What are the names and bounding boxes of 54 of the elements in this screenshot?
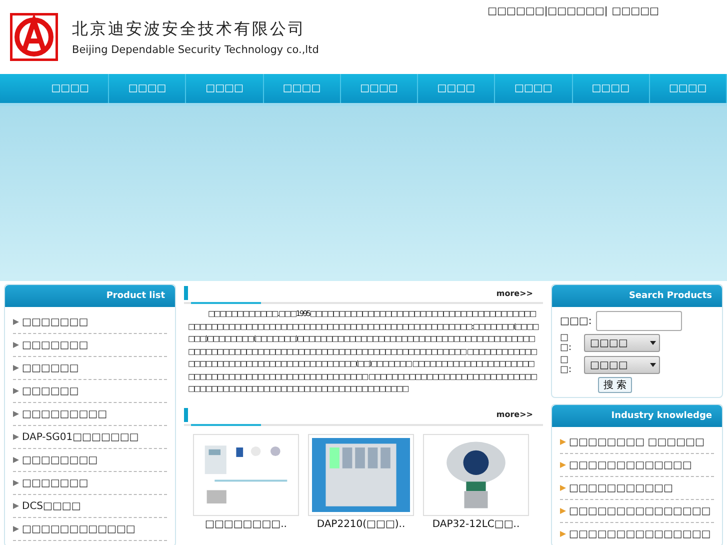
product-category-link[interactable]: □□□□□□□	[13, 334, 167, 357]
panel-header: Search Products	[552, 285, 722, 307]
top-link[interactable]: □□□□□□|□□□□□□|	[488, 6, 608, 74]
bullet-icon	[13, 342, 19, 348]
product-name[interactable]: DAP32-12LC□□..	[432, 518, 520, 530]
bullet-icon	[13, 457, 19, 463]
caret-icon	[650, 341, 656, 345]
product-category-link[interactable]: □□□□□□	[13, 357, 167, 380]
bullet-icon	[13, 434, 19, 440]
product-category-link[interactable]: □□□□□□□	[13, 311, 167, 334]
panel-header: Industry knowledge	[552, 405, 722, 427]
bullet-icon	[13, 503, 19, 509]
product-name[interactable]: DAP2210(□□□)..	[316, 518, 406, 530]
dropdown[interactable]: □□□□	[584, 334, 660, 352]
product-category-link[interactable]: □□□□□□□□	[13, 449, 167, 472]
bullet-icon	[13, 526, 19, 532]
product-name[interactable]: □□□□□□□□..	[205, 518, 287, 530]
product-category-link[interactable]: □□□□□□	[13, 380, 167, 403]
product-category-link[interactable]: □□□□□□□□□□□□	[13, 518, 167, 541]
bullet-icon	[560, 485, 566, 491]
article-link[interactable]: □□□□□□□□□□□	[560, 477, 714, 500]
bullet-icon	[13, 480, 19, 486]
article-link[interactable]: □□□□□□□□□□□□□□□	[560, 523, 714, 545]
keyword-field[interactable]	[596, 311, 682, 331]
article-link[interactable]: □□□□□□□□□□□□□□□	[560, 500, 714, 523]
caret-icon	[650, 363, 656, 367]
bullet-icon	[13, 388, 19, 394]
field-label: □ □:	[560, 333, 573, 353]
section-marker	[184, 408, 188, 422]
bullet-icon	[560, 462, 566, 468]
top-link[interactable]: □□□□□	[612, 6, 659, 74]
product-category-link[interactable]: □□□□□□□□□	[13, 403, 167, 426]
dropdown[interactable]: □□□□	[584, 356, 660, 374]
bullet-icon	[13, 319, 19, 325]
product-category-link[interactable]: □□□□□□□	[13, 472, 167, 495]
panel-header: Product list	[5, 285, 175, 307]
article-link[interactable]: □□□□□□□□ □□□□□□	[560, 431, 714, 454]
company-name: 北京迪安波安全技术有限公司	[72, 18, 307, 40]
product-category-link[interactable]: DAP-SG01□□□□□□□	[13, 426, 167, 449]
bullet-icon	[13, 365, 19, 371]
company-name-english: Beijing Dependable Security Technology co.,ltd	[72, 44, 319, 56]
field-label: □□□:	[560, 316, 592, 326]
more-link[interactable]: more>>	[496, 410, 543, 419]
bullet-icon	[560, 508, 566, 514]
section-marker	[184, 286, 188, 300]
search-button[interactable]: 搜 索	[598, 377, 632, 393]
logo-icon	[10, 13, 58, 61]
bullet-icon	[560, 439, 566, 445]
field-label: □ □:	[560, 355, 573, 375]
bullet-icon	[13, 411, 19, 417]
more-link[interactable]: more>>	[496, 288, 543, 298]
product-category-link[interactable]: DCS□□□□	[13, 495, 167, 518]
bullet-icon	[560, 531, 566, 537]
article-link[interactable]: □□□□□□□□□□□□□	[560, 454, 714, 477]
